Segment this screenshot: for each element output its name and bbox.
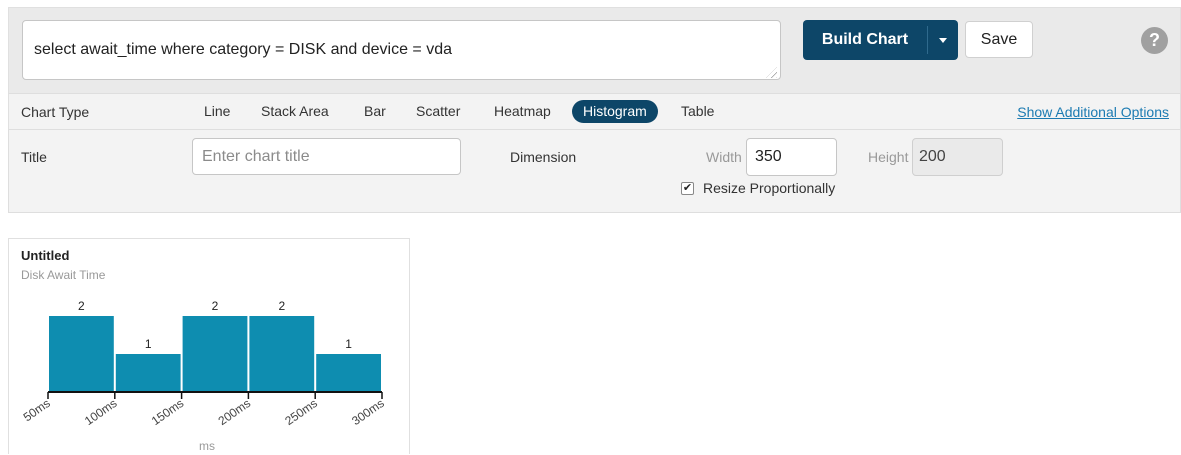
chart-type-bar[interactable]: Bar bbox=[364, 103, 386, 119]
x-tick-label: 100ms bbox=[82, 396, 120, 428]
histogram-bar bbox=[49, 316, 114, 392]
x-tick-label: 300ms bbox=[349, 396, 387, 428]
chart-type-heatmap[interactable]: Heatmap bbox=[494, 103, 551, 119]
histogram-bar bbox=[182, 316, 248, 392]
resize-label: Resize Proportionally bbox=[703, 180, 836, 196]
width-label: Width bbox=[706, 149, 742, 165]
show-additional-options-link[interactable]: Show Additional Options bbox=[1017, 104, 1169, 120]
bar-value-label: 2 bbox=[212, 299, 219, 313]
chart-type-stack-area[interactable]: Stack Area bbox=[261, 103, 329, 119]
bar-value-label: 1 bbox=[345, 337, 352, 351]
height-input: 200 bbox=[912, 138, 1003, 176]
chart-title-input[interactable] bbox=[192, 138, 461, 175]
chart-type-histogram[interactable]: Histogram bbox=[572, 100, 658, 123]
resize-checkbox[interactable]: ✔ bbox=[681, 181, 694, 195]
title-label: Title bbox=[21, 149, 47, 165]
x-tick-label: 150ms bbox=[149, 396, 187, 428]
x-tick-label: 250ms bbox=[282, 396, 320, 428]
x-axis-title: ms bbox=[199, 439, 215, 453]
chart-type-line[interactable]: Line bbox=[204, 103, 230, 119]
build-chart-button[interactable]: Build Chart bbox=[803, 20, 958, 60]
build-chart-label[interactable]: Build Chart bbox=[803, 20, 927, 60]
chart-options-panel: Title Dimension Width Height 200 ✔ Resiz… bbox=[8, 130, 1181, 213]
help-icon[interactable]: ? bbox=[1141, 27, 1168, 54]
query-panel: Build Chart Save ? bbox=[8, 7, 1181, 93]
chart-type-bar: Chart Type Line Stack Area Bar Scatter H… bbox=[8, 93, 1181, 130]
chart-type-table[interactable]: Table bbox=[681, 103, 714, 119]
chart-type-label: Chart Type bbox=[21, 104, 90, 120]
height-label: Height bbox=[868, 149, 909, 165]
x-tick-label: 200ms bbox=[216, 396, 254, 428]
bar-value-label: 2 bbox=[78, 299, 85, 313]
histogram-bar bbox=[115, 354, 181, 392]
bar-value-label: 1 bbox=[145, 337, 152, 351]
histogram-bar bbox=[316, 354, 381, 392]
bar-value-label: 2 bbox=[278, 299, 285, 313]
caret-down-icon bbox=[939, 37, 947, 43]
width-input[interactable] bbox=[746, 138, 837, 176]
build-chart-dropdown[interactable] bbox=[928, 20, 958, 60]
chart-type-scatter[interactable]: Scatter bbox=[416, 103, 460, 119]
save-button[interactable]: Save bbox=[965, 21, 1033, 58]
histogram-chart: 212 2150ms 100ms 150ms 200ms 250ms 300msms bbox=[21, 299, 387, 453]
dimension-label: Dimension bbox=[510, 149, 577, 165]
x-tick-label: 50ms bbox=[21, 396, 53, 424]
resize-proportionally-option[interactable]: ✔ Resize Proportionally bbox=[681, 180, 835, 196]
histogram-bar bbox=[249, 316, 315, 392]
query-input[interactable] bbox=[22, 20, 781, 80]
chart-card: Untitled Disk Await Time 2 1 2 2 1 50ms 100ms 1… bbox=[8, 238, 410, 454]
